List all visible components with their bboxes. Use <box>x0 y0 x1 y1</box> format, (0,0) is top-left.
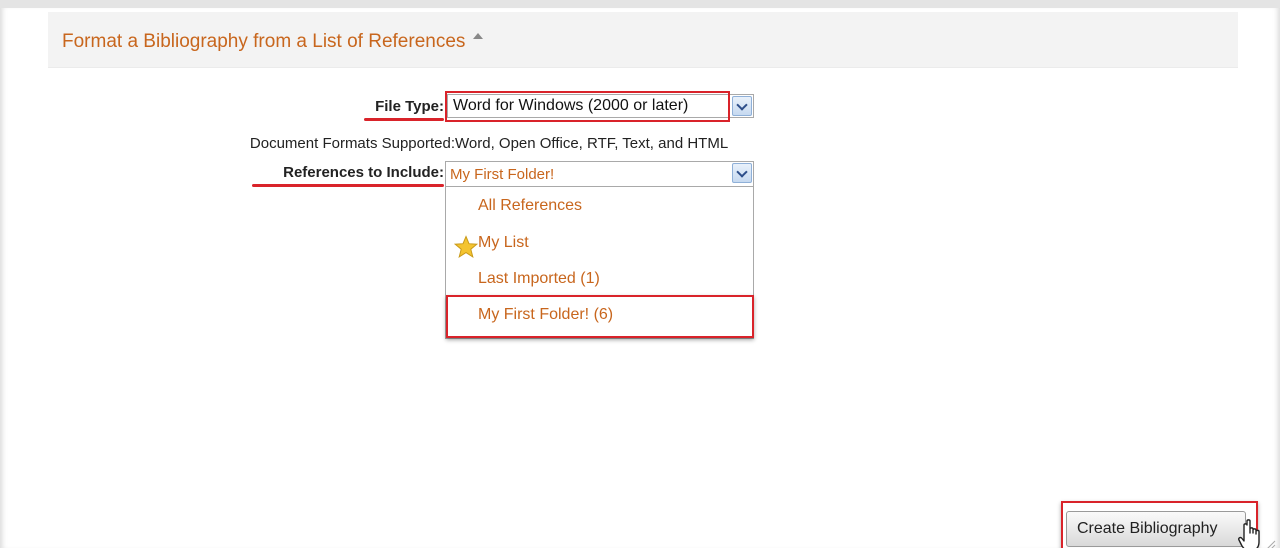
formats-value: Word, Open Office, RTF, Text, and HTML <box>455 135 729 152</box>
option-all-references[interactable]: All References <box>478 197 582 215</box>
option-highlight-box <box>446 295 754 338</box>
references-select-value: My First Folder! <box>450 166 555 183</box>
section-title[interactable]: Format a Bibliography from a List of Ref… <box>62 31 484 53</box>
create-bibliography-button[interactable]: Create Bibliography <box>1066 511 1246 547</box>
file-type-dropdown-button[interactable] <box>732 96 752 116</box>
chevron-down-icon <box>736 99 748 111</box>
references-label: References to Include: <box>283 164 444 181</box>
resize-grip-icon[interactable] <box>1262 538 1276 548</box>
collapse-up-icon[interactable] <box>473 33 484 39</box>
page: Format a Bibliography from a List of Ref… <box>0 0 1280 548</box>
references-select[interactable]: My First Folder! <box>445 161 754 187</box>
file-type-highlight-box <box>445 91 730 122</box>
option-last-imported[interactable]: Last Imported (1) <box>478 270 600 288</box>
section-title-text: Format a Bibliography from a List of Ref… <box>62 31 466 52</box>
formats-label: Document Formats Supported: <box>249 135 455 152</box>
star-icon <box>454 235 478 258</box>
file-type-label: File Type: <box>375 98 444 115</box>
references-label-underline <box>252 184 444 187</box>
references-dropdown-button[interactable] <box>732 163 752 183</box>
section-header[interactable]: Format a Bibliography from a List of Ref… <box>48 12 1238 68</box>
option-my-list[interactable]: My List <box>478 234 529 252</box>
file-type-label-underline <box>364 118 444 121</box>
chevron-down-icon <box>736 166 748 178</box>
